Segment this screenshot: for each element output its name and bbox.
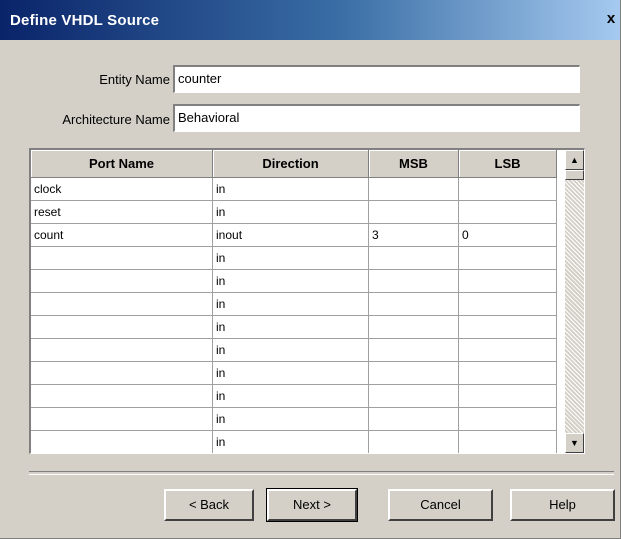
scroll-down-button[interactable]: ▼	[565, 433, 584, 453]
table-row[interactable]: count inout 3 0	[31, 224, 557, 247]
cell-port-name[interactable]	[31, 270, 213, 293]
cell-lsb[interactable]	[459, 247, 557, 270]
cell-lsb[interactable]	[459, 270, 557, 293]
cell-direction[interactable]: in	[213, 431, 369, 453]
cell-msb[interactable]	[369, 362, 459, 385]
table-row[interactable]: in	[31, 408, 557, 431]
cell-msb[interactable]	[369, 339, 459, 362]
vertical-scrollbar[interactable]: ▲ ▼	[565, 150, 584, 453]
cell-msb[interactable]	[369, 201, 459, 224]
cell-port-name[interactable]	[31, 316, 213, 339]
title-bar: Define VHDL Source x	[0, 0, 620, 40]
cell-port-name[interactable]	[31, 339, 213, 362]
help-button[interactable]: Help	[510, 489, 615, 521]
column-header-direction[interactable]: Direction	[213, 150, 369, 178]
cell-direction[interactable]: in	[213, 408, 369, 431]
cell-direction[interactable]: in	[213, 339, 369, 362]
cell-direction[interactable]: in	[213, 362, 369, 385]
next-button[interactable]: Next >	[266, 488, 358, 522]
cancel-button[interactable]: Cancel	[388, 489, 493, 521]
cell-port-name[interactable]	[31, 362, 213, 385]
port-table-body: clock in reset in count inout 3 0 in in in in in in in…	[31, 178, 557, 453]
cell-lsb[interactable]	[459, 293, 557, 316]
back-button[interactable]: < Back	[164, 489, 254, 521]
table-row[interactable]: in	[31, 362, 557, 385]
separator-line	[29, 471, 614, 475]
cell-port-name[interactable]	[31, 293, 213, 316]
cell-msb[interactable]	[369, 408, 459, 431]
triangle-down-icon: ▼	[570, 438, 579, 448]
architecture-name-field[interactable]: Behavioral	[173, 104, 580, 132]
cell-port-name[interactable]	[31, 408, 213, 431]
cell-msb[interactable]	[369, 270, 459, 293]
close-icon: x	[606, 10, 616, 27]
entity-name-field[interactable]: counter	[173, 65, 580, 93]
table-row[interactable]: in	[31, 316, 557, 339]
cell-lsb[interactable]	[459, 339, 557, 362]
cell-port-name[interactable]: count	[31, 224, 213, 247]
cell-msb[interactable]	[369, 178, 459, 201]
define-vhdl-source-dialog: Define VHDL Source x Entity Name counter…	[0, 0, 621, 539]
cell-msb[interactable]	[369, 385, 459, 408]
table-row[interactable]: in	[31, 270, 557, 293]
scroll-up-button[interactable]: ▲	[565, 150, 584, 170]
column-header-msb[interactable]: MSB	[369, 150, 459, 178]
column-header-lsb[interactable]: LSB	[459, 150, 557, 178]
cell-msb[interactable]	[369, 293, 459, 316]
cell-direction[interactable]: inout	[213, 224, 369, 247]
cell-direction[interactable]: in	[213, 293, 369, 316]
cell-port-name[interactable]: reset	[31, 201, 213, 224]
cell-msb[interactable]	[369, 316, 459, 339]
cell-lsb[interactable]	[459, 431, 557, 453]
cell-port-name[interactable]: clock	[31, 178, 213, 201]
table-row[interactable]: clock in	[31, 178, 557, 201]
cell-port-name[interactable]	[31, 247, 213, 270]
cell-lsb[interactable]	[459, 385, 557, 408]
cell-lsb[interactable]	[459, 316, 557, 339]
cell-direction[interactable]: in	[213, 385, 369, 408]
table-row[interactable]: in	[31, 293, 557, 316]
cell-direction[interactable]: in	[213, 270, 369, 293]
cell-lsb[interactable]	[459, 178, 557, 201]
triangle-up-icon: ▲	[570, 155, 579, 165]
port-table: Port Name Direction MSB LSB clock in reset…	[29, 148, 585, 454]
port-table-header: Port Name Direction MSB LSB	[31, 150, 557, 178]
cell-lsb[interactable]	[459, 201, 557, 224]
table-row[interactable]: reset in	[31, 201, 557, 224]
table-row[interactable]: in	[31, 385, 557, 408]
entity-name-label: Entity Name	[99, 72, 170, 87]
cell-lsb[interactable]	[459, 408, 557, 431]
cell-direction[interactable]: in	[213, 201, 369, 224]
table-row[interactable]: in	[31, 339, 557, 362]
cell-direction[interactable]: in	[213, 316, 369, 339]
scroll-thumb[interactable]	[565, 170, 584, 180]
architecture-name-label: Architecture Name	[62, 112, 170, 127]
table-row[interactable]: in	[31, 431, 557, 453]
cell-msb[interactable]	[369, 431, 459, 453]
cell-direction[interactable]: in	[213, 178, 369, 201]
cell-msb[interactable]: 3	[369, 224, 459, 247]
close-button[interactable]: x	[603, 10, 619, 28]
cell-port-name[interactable]	[31, 431, 213, 453]
cell-lsb[interactable]: 0	[459, 224, 557, 247]
cell-lsb[interactable]	[459, 362, 557, 385]
cell-port-name[interactable]	[31, 385, 213, 408]
cell-direction[interactable]: in	[213, 247, 369, 270]
column-header-port-name[interactable]: Port Name	[31, 150, 213, 178]
cell-msb[interactable]	[369, 247, 459, 270]
table-row[interactable]: in	[31, 247, 557, 270]
window-title: Define VHDL Source	[10, 12, 160, 29]
